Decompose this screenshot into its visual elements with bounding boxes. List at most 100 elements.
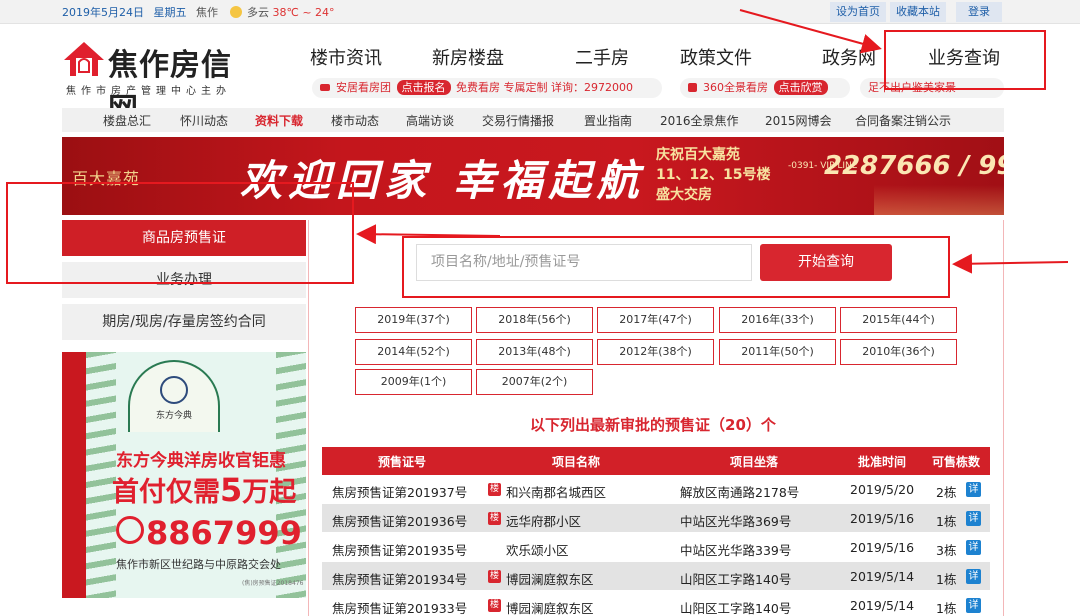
cat-item[interactable]: 高端访谈 bbox=[406, 112, 454, 129]
date-cell: 2019/5/16 bbox=[850, 540, 915, 555]
table-row[interactable]: 焦房预售证第201936号 远华府郡小区 中站区光华路369号 2019/5/16 1栋… bbox=[322, 504, 990, 533]
detail-button[interactable]: 详 bbox=[966, 482, 981, 497]
date-cell: 2019/5/14 bbox=[850, 598, 915, 613]
cat-item[interactable]: 资料下载 bbox=[255, 112, 303, 129]
year-filter[interactable]: 2015年(44个) bbox=[840, 307, 957, 333]
view-tag[interactable]: 点击欣赏 bbox=[773, 80, 828, 95]
top-links: 设为首页 收藏本站 登录 bbox=[830, 2, 1006, 22]
tour-promo-label: 安居看房团 bbox=[336, 81, 391, 94]
sidebar-ad[interactable]: 东方今典 东方今典洋房收官钜惠 首付仅需5万起 8867999 焦作市新区世纪路… bbox=[62, 352, 306, 598]
date-weather: 2019年5月24日 星期五 焦作 多云 38℃ ~ 24° bbox=[62, 4, 335, 20]
date-cell: 2019/5/14 bbox=[850, 569, 915, 584]
cert-cell: 焦房预售证第201934号 bbox=[332, 572, 468, 587]
weather-text: 多云 bbox=[247, 6, 269, 19]
cat-item[interactable]: 楼市动态 bbox=[331, 112, 379, 129]
vr-promo-label: 360全景看房 bbox=[703, 81, 768, 94]
ad-offer-suffix: 万起 bbox=[242, 477, 297, 508]
detail-button[interactable]: 详 bbox=[966, 511, 981, 526]
weekday-text: 星期五 bbox=[153, 6, 187, 19]
nav-market-news[interactable]: 楼市资讯 bbox=[310, 44, 382, 70]
building-tag-icon: 楼 bbox=[488, 570, 501, 583]
year-filter[interactable]: 2012年(38个) bbox=[597, 339, 714, 365]
highlight-box bbox=[6, 182, 354, 284]
table-row[interactable]: 焦房预售证第201934号 博园澜庭叙东区 山阳区工字路140号 2019/5/14 1… bbox=[322, 562, 990, 591]
highlight-box bbox=[884, 30, 1046, 90]
cat-item[interactable]: 怀川动态 bbox=[180, 112, 228, 129]
temperature-text: 38℃ ~ 24° bbox=[272, 6, 335, 19]
year-filter[interactable]: 2014年(52个) bbox=[355, 339, 472, 365]
table-row[interactable]: 焦房预售证第201935号 欢乐颂小区 中站区光华路339号 2019/5/16 3栋详 bbox=[322, 533, 990, 562]
ad-note: (焦)房预售证2018476 bbox=[242, 580, 304, 587]
signup-tag[interactable]: 点击报名 bbox=[396, 80, 451, 95]
nav-policy-docs[interactable]: 政策文件 bbox=[680, 44, 752, 70]
year-filter[interactable]: 2009年(1个) bbox=[355, 369, 472, 395]
cat-item[interactable]: 楼盘总汇 bbox=[103, 112, 151, 129]
year-filter[interactable]: 2016年(33个) bbox=[719, 307, 836, 333]
project-name-cell[interactable]: 博园澜庭叙东区 bbox=[506, 569, 594, 588]
set-homepage-link[interactable]: 设为首页 bbox=[830, 2, 886, 22]
cert-cell: 焦房预售证第201936号 bbox=[332, 514, 468, 529]
ad-phone-number: 8867999 bbox=[146, 514, 302, 552]
nav-gov-portal[interactable]: 政务网 bbox=[822, 44, 876, 70]
project-name-cell[interactable]: 远华府郡小区 bbox=[506, 511, 581, 530]
building-tag-icon: 楼 bbox=[488, 512, 501, 525]
tour-promo[interactable]: 安居看房团 点击报名 免费看房 专属定制 详询：2972000 bbox=[312, 78, 662, 98]
ad-headline: 东方今典洋房收官钜惠 bbox=[116, 451, 286, 471]
project-name-cell[interactable]: 和兴南郡名城西区 bbox=[506, 482, 606, 501]
year-filter[interactable]: 2019年(37个) bbox=[355, 307, 472, 333]
tour-promo-text: 免费看房 专属定制 详询：2972000 bbox=[456, 81, 633, 94]
hotline-number: 2287666 / 999 bbox=[824, 151, 1004, 181]
presale-table: 预售证号 项目名称 项目坐落 批准时间 可售栋数 焦房预售证第201937号 和兴… bbox=[322, 447, 990, 616]
count-cell: 1栋 bbox=[936, 514, 957, 529]
date-cell: 2019/5/16 bbox=[850, 511, 915, 526]
count-cell: 3栋 bbox=[936, 543, 957, 558]
nav-new-homes[interactable]: 新房楼盘 bbox=[432, 44, 504, 70]
emblem-icon bbox=[160, 376, 188, 404]
site-subtitle: 焦作市房产管理中心主办 bbox=[66, 86, 231, 97]
detail-button[interactable]: 详 bbox=[966, 569, 981, 584]
list-title: 以下列出最新审批的预售证（20）个 bbox=[530, 416, 776, 434]
ad-brand: 东方今典 bbox=[155, 411, 192, 421]
count-cell: 2栋 bbox=[936, 485, 957, 500]
col-count: 可售栋数 bbox=[932, 455, 981, 469]
banner-promo-line: 庆祝百大嘉苑 bbox=[656, 147, 740, 163]
table-row[interactable]: 焦房预售证第201937号 和兴南郡名城西区 解放区南通路2178号 2019/5/2… bbox=[322, 475, 990, 504]
sun-cloud-icon bbox=[229, 6, 242, 18]
table-row[interactable]: 焦房预售证第201933号 博园澜庭叙东区 山阳区工字路140号 2019/5/14 1… bbox=[322, 591, 990, 616]
category-nav: 楼盘总汇 怀川动态 资料下载 楼市动态 高端访谈 交易行情播报 置业指南 201… bbox=[62, 108, 1004, 132]
table-header: 预售证号 项目名称 项目坐落 批准时间 可售栋数 bbox=[322, 447, 990, 475]
location-cell: 中站区光华路369号 bbox=[680, 514, 792, 529]
vr-promo[interactable]: 360全景看房 点击欣赏 bbox=[680, 78, 850, 98]
date-text: 2019年5月24日 bbox=[62, 6, 144, 19]
location-cell: 山阳区工字路140号 bbox=[680, 572, 792, 587]
cat-item[interactable]: 置业指南 bbox=[584, 112, 632, 129]
top-bar: 2019年5月24日 星期五 焦作 多云 38℃ ~ 24° 设为首页 收藏本站… bbox=[0, 0, 1080, 24]
cat-item[interactable]: 交易行情播报 bbox=[482, 112, 554, 129]
year-filter[interactable]: 2010年(36个) bbox=[840, 339, 957, 365]
project-name-cell[interactable]: 博园澜庭叙东区 bbox=[506, 598, 594, 616]
cat-item[interactable]: 合同备案注销公示 bbox=[855, 112, 951, 129]
bookmark-link[interactable]: 收藏本站 bbox=[890, 2, 946, 22]
col-project: 项目名称 bbox=[552, 455, 601, 469]
sidebar-item-contracts[interactable]: 期房/现房/存量房签约合同 bbox=[62, 304, 306, 340]
year-filter[interactable]: 2007年(2个) bbox=[476, 369, 593, 395]
location-cell: 山阳区工字路140号 bbox=[680, 601, 792, 616]
year-filter[interactable]: 2017年(47个) bbox=[597, 307, 714, 333]
detail-button[interactable]: 详 bbox=[966, 540, 981, 555]
project-name-cell[interactable]: 欢乐颂小区 bbox=[506, 540, 569, 559]
login-link[interactable]: 登录 bbox=[956, 2, 1002, 22]
cert-cell: 焦房预售证第201933号 bbox=[332, 601, 468, 616]
car-icon bbox=[320, 84, 330, 91]
cat-item[interactable]: 2016全景焦作 bbox=[660, 112, 739, 129]
date-cell: 2019/5/20 bbox=[850, 482, 915, 497]
ad-offer-prefix: 首付仅需 bbox=[112, 477, 220, 508]
year-filter[interactable]: 2013年(48个) bbox=[476, 339, 593, 365]
nav-second-hand[interactable]: 二手房 bbox=[575, 44, 629, 70]
cat-item[interactable]: 2015网博会 bbox=[765, 112, 832, 129]
detail-button[interactable]: 详 bbox=[966, 598, 981, 613]
year-filter[interactable]: 2018年(56个) bbox=[476, 307, 593, 333]
cert-cell: 焦房预售证第201937号 bbox=[332, 485, 468, 500]
year-filter[interactable]: 2011年(50个) bbox=[719, 339, 836, 365]
camera-icon bbox=[688, 83, 697, 92]
count-cell: 1栋 bbox=[936, 572, 957, 587]
